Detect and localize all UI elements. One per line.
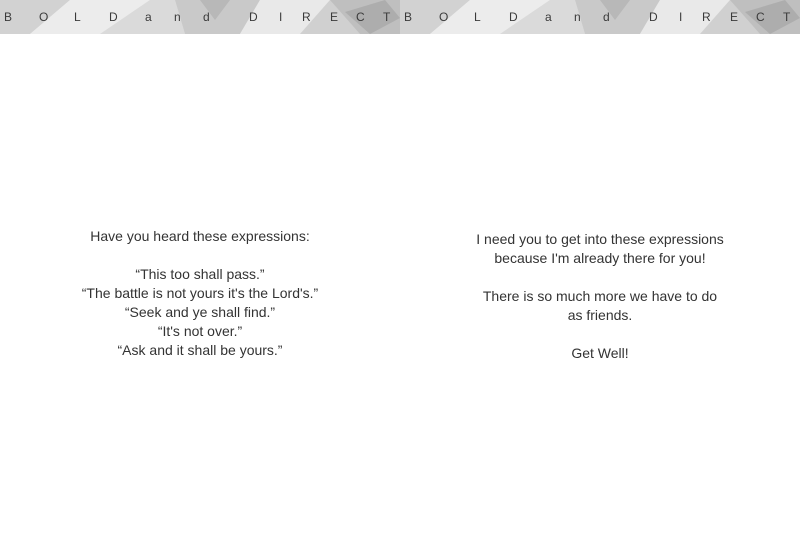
banner-letter-b: B xyxy=(404,10,413,24)
quote-line: “It's not over.” xyxy=(157,323,243,339)
message-line: because I'm already there for you! xyxy=(494,250,706,266)
banner-letter-a: a xyxy=(545,10,552,24)
geometric-pattern xyxy=(400,0,800,34)
quote-line: “Seek and ye shall find.” xyxy=(124,304,276,320)
banner-letter-n: n xyxy=(574,10,581,24)
banner-letter-i: I xyxy=(279,10,283,24)
banner-letter-a: a xyxy=(145,10,152,24)
banner-letter-l: L xyxy=(474,10,481,24)
intro-line: Have you heard these expressions: xyxy=(90,228,310,244)
message-line: I need you to get into these expressions xyxy=(476,231,724,247)
banner-letter-d2: d xyxy=(603,10,610,24)
message-line: There is so much more we have to do xyxy=(482,288,718,304)
quote-line: “This too shall pass.” xyxy=(135,266,265,282)
banner-letter-o: O xyxy=(439,10,449,24)
banner-letter-c: C xyxy=(756,10,765,24)
banner-letter-t: T xyxy=(383,10,391,24)
banner-letter-i: I xyxy=(679,10,683,24)
banner-letter-b: B xyxy=(4,10,13,24)
left-text-block: Have you heard these expressions: “This … xyxy=(0,227,400,360)
banner-letter-e: E xyxy=(330,10,339,24)
quote-line: “The battle is not yours it's the Lord's… xyxy=(81,285,319,301)
banner-letter-d3: D xyxy=(249,10,258,24)
banner-letter-o: O xyxy=(39,10,49,24)
right-page: B O L D a n d D I R E C T I need you to … xyxy=(400,0,800,560)
banner-letter-l: L xyxy=(74,10,81,24)
header-banner: B O L D a n d D I R E C T xyxy=(400,0,800,34)
banner-letter-d: D xyxy=(109,10,118,24)
right-text-block: I need you to get into these expressions… xyxy=(400,230,800,363)
banner-letter-n: n xyxy=(174,10,181,24)
left-page: B O L D a n d D I R E C T Have you heard… xyxy=(0,0,400,560)
geometric-pattern xyxy=(0,0,400,34)
message-line: as friends. xyxy=(567,307,633,323)
header-banner: B O L D a n d D I R E C T xyxy=(0,0,400,34)
banner-letter-r: R xyxy=(702,10,711,24)
closing-line: Get Well! xyxy=(571,345,629,361)
banner-letter-e: E xyxy=(730,10,739,24)
banner-letter-d: D xyxy=(509,10,518,24)
banner-letter-c: C xyxy=(356,10,365,24)
banner-letter-t: T xyxy=(783,10,791,24)
banner-letter-d2: d xyxy=(203,10,210,24)
banner-letter-r: R xyxy=(302,10,311,24)
banner-letter-d3: D xyxy=(649,10,658,24)
quote-line: “Ask and it shall be yours.” xyxy=(117,342,283,358)
